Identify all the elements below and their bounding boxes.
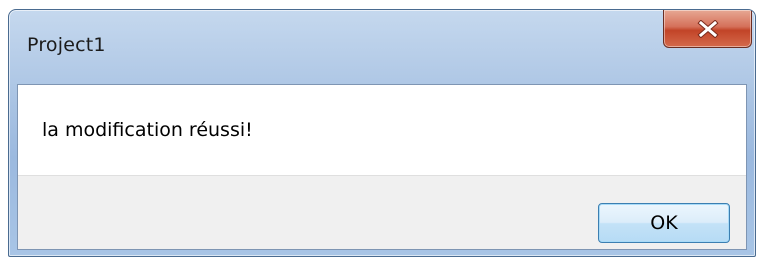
title-bar[interactable]: Project1	[9, 10, 755, 84]
close-icon	[696, 19, 719, 38]
window-title: Project1	[27, 34, 106, 56]
close-button[interactable]	[663, 10, 752, 48]
message-panel: la modification réussi!	[18, 85, 746, 176]
ok-button[interactable]: OK	[598, 203, 730, 243]
dialog-message: la modification réussi!	[42, 119, 253, 141]
message-dialog-window: Project1 la modification réussi! OK	[8, 9, 756, 257]
dialog-client-area: la modification réussi! OK	[17, 84, 747, 250]
